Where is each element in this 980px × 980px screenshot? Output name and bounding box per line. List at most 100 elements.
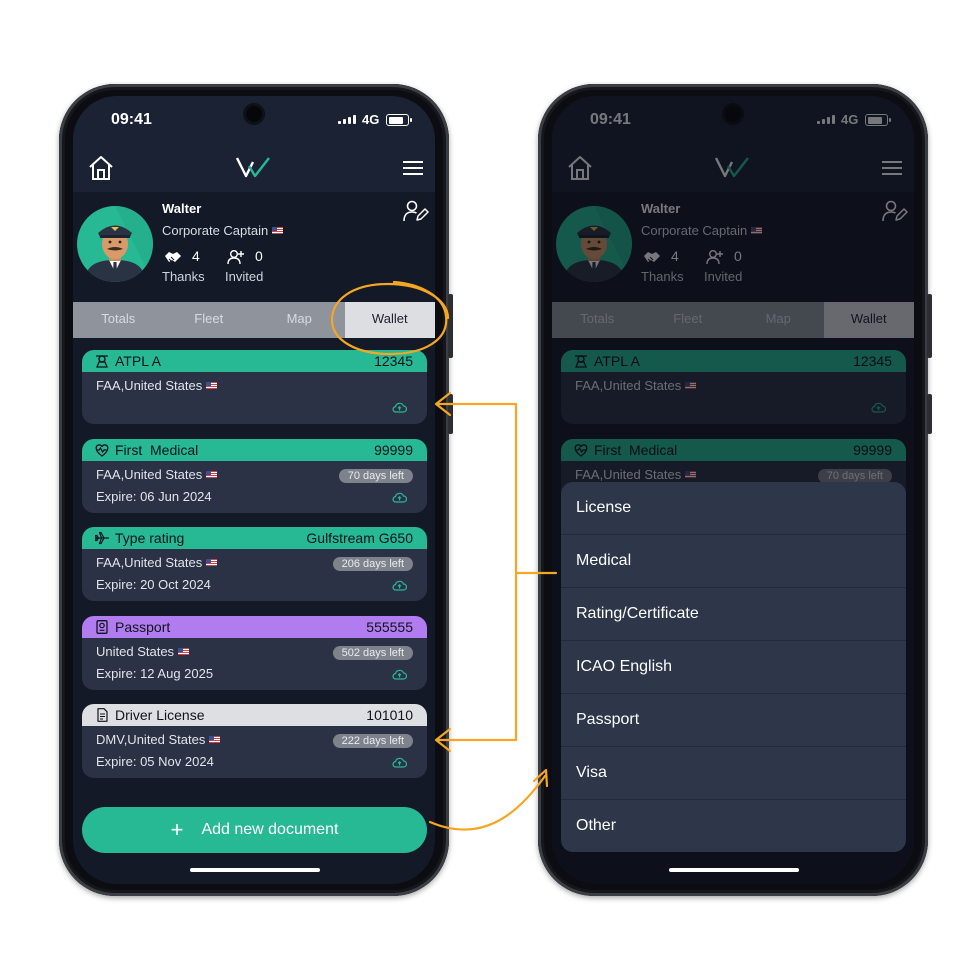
heartbeat-icon: [94, 443, 110, 457]
add-user-icon: [706, 249, 724, 265]
document-card-header: Type rating Gulfstream G650: [82, 527, 427, 549]
hamburger-menu-icon[interactable]: [403, 160, 423, 176]
front-camera: [246, 106, 262, 122]
add-user-icon: [227, 249, 245, 265]
document-card-header: First Medical 99999: [561, 439, 906, 461]
cloud-upload-icon: [871, 402, 886, 413]
document-card-header: ATPL A 12345: [561, 350, 906, 372]
menu-item-passport[interactable]: Passport: [561, 694, 906, 747]
document-issuer: United States: [96, 644, 190, 659]
document-title: Type rating: [115, 530, 185, 546]
pilot-badge-icon: [94, 354, 110, 368]
thanks-label: Thanks: [641, 269, 684, 284]
document-card-driver-license[interactable]: Driver License 101010 DMV,United States …: [82, 704, 427, 778]
document-number: 101010: [366, 707, 413, 723]
status-time: 09:41: [590, 111, 631, 128]
menu-item-medical[interactable]: Medical: [561, 535, 906, 588]
invited-label: Invited: [225, 269, 264, 284]
tab-wallet: Wallet: [823, 302, 914, 338]
home-indicator[interactable]: [669, 868, 799, 872]
battery-icon: [386, 114, 412, 126]
us-flag-icon: [751, 227, 763, 234]
document-title: ATPL A: [594, 353, 640, 369]
top-navigation: [73, 148, 435, 192]
volume-button: [448, 394, 453, 434]
document-card-atpl: ATPL A 12345 FAA,United States: [561, 350, 906, 424]
document-number: 12345: [853, 353, 892, 369]
document-expiry: Expire: 05 Nov 2024: [96, 754, 214, 769]
document-expiry: Expire: 20 Oct 2024: [96, 577, 211, 592]
menu-item-license[interactable]: License: [561, 482, 906, 535]
tab-bar: Totals Fleet Map Wallet: [73, 302, 435, 338]
tab-totals: Totals: [580, 311, 615, 326]
add-document-label: Add new document: [201, 821, 339, 838]
airplane-icon: [94, 531, 110, 545]
thanks-count: 4: [671, 248, 679, 264]
tab-fleet[interactable]: Fleet: [164, 302, 255, 338]
profile-role: Corporate Captain: [641, 223, 763, 238]
cloud-upload-icon[interactable]: [392, 669, 407, 680]
handshake-icon: [164, 250, 182, 264]
document-card-atpl[interactable]: ATPL A 12345 FAA,United States: [82, 350, 427, 424]
days-left-badge: 70 days left: [338, 469, 413, 483]
thanks-count: 4: [192, 248, 200, 264]
pilot-badge-icon: [573, 354, 589, 368]
us-flag-icon: [209, 736, 221, 743]
logo-icon: [715, 156, 749, 178]
document-title: ATPL A: [115, 353, 161, 369]
document-issuer: FAA,United States: [575, 467, 697, 482]
picker-screen: 09:41 4G Walter Corporate Captain 4 Than…: [552, 96, 914, 884]
cloud-upload-icon[interactable]: [392, 402, 407, 413]
document-icon: [94, 708, 110, 722]
document-number: 12345: [374, 353, 413, 369]
document-number: Gulfstream G650: [306, 530, 413, 546]
document-card-header: ATPL A 12345: [82, 350, 427, 372]
handshake-icon: [643, 250, 661, 264]
document-card-passport[interactable]: Passport 555555 United States 502 days l…: [82, 616, 427, 690]
days-left-badge: 502 days left: [332, 646, 413, 660]
menu-item-other[interactable]: Other: [561, 800, 906, 852]
document-card-header: First Medical 99999: [82, 439, 427, 461]
signal-icon: [817, 115, 835, 124]
add-document-button[interactable]: + Add new document: [82, 807, 427, 853]
cloud-upload-icon[interactable]: [392, 757, 407, 768]
passport-icon: [94, 620, 110, 634]
document-card-type-rating[interactable]: Type rating Gulfstream G650 FAA,United S…: [82, 527, 427, 601]
invited-count: 0: [255, 248, 263, 264]
tab-wallet[interactable]: Wallet: [344, 302, 435, 338]
menu-item-icao-english[interactable]: ICAO English: [561, 641, 906, 694]
status-time: 09:41: [111, 111, 152, 128]
document-expiry: Expire: 06 Jun 2024: [96, 489, 212, 504]
us-flag-icon: [685, 382, 697, 389]
power-button: [927, 294, 932, 358]
tab-totals[interactable]: Totals: [73, 302, 164, 338]
tab-fleet: Fleet: [673, 311, 703, 326]
document-title: Driver License: [115, 707, 205, 723]
document-issuer: FAA,United States: [96, 467, 218, 482]
profile-name: Walter: [641, 201, 681, 216]
heartbeat-icon: [573, 443, 589, 457]
top-navigation: [552, 148, 914, 192]
home-indicator[interactable]: [190, 868, 320, 872]
wallet-screen: 09:41 4G Walter Corporate Captain 4 Than…: [73, 96, 435, 884]
network-type: 4G: [362, 112, 380, 127]
avatar: [556, 206, 632, 282]
document-issuer: FAA,United States: [96, 378, 218, 393]
cloud-upload-icon[interactable]: [392, 492, 407, 503]
document-card-header: Passport 555555: [82, 616, 427, 638]
us-flag-icon: [206, 559, 218, 566]
menu-item-visa[interactable]: Visa: [561, 747, 906, 800]
tab-map[interactable]: Map: [254, 302, 345, 338]
home-icon[interactable]: [87, 154, 115, 182]
document-card-medical[interactable]: First Medical 99999 FAA,United States 70…: [82, 439, 427, 513]
cloud-upload-icon[interactable]: [392, 580, 407, 591]
menu-item-rating-certificate[interactable]: Rating/Certificate: [561, 588, 906, 641]
front-camera: [725, 106, 741, 122]
days-left-badge: 206 days left: [332, 557, 413, 571]
tab-map: Map: [765, 311, 791, 326]
tab-bar: Totals Fleet Map Wallet: [552, 302, 914, 338]
avatar[interactable]: [77, 206, 153, 282]
edit-profile-icon[interactable]: [403, 200, 429, 222]
document-card-header: Driver License 101010: [82, 704, 427, 726]
invited-count: 0: [734, 248, 742, 264]
